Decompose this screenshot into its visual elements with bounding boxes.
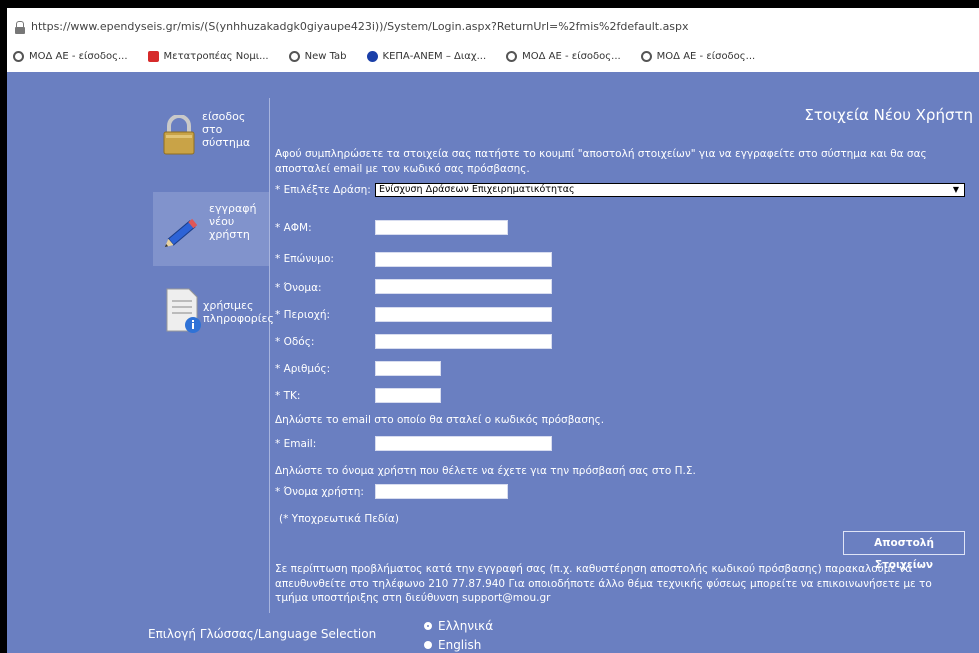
- language-label: Επιλογή Γλώσσας/Language Selection: [148, 627, 377, 641]
- username-note: Δηλώστε το όνομα χρήστη που θέλετε να έχ…: [275, 465, 696, 477]
- language-option-english[interactable]: English: [424, 638, 481, 652]
- converter-icon: [147, 50, 159, 62]
- bookmarks-bar: ΜΟΔ ΑΕ - είσοδος... Μετατροπέας Νομι... …: [7, 45, 979, 67]
- street-label: * Οδός:: [275, 336, 315, 348]
- sidebar-item-info[interactable]: χρήσιμες πληροφορίες: [153, 277, 274, 351]
- sidebar-item-label: χρήσιμες πληροφορίες: [203, 299, 274, 325]
- surname-input[interactable]: [375, 252, 552, 267]
- email-input[interactable]: [375, 436, 552, 451]
- username-label: * Όνομα χρήστη:: [275, 486, 364, 498]
- kepa-icon: [366, 50, 378, 62]
- email-label: * Email:: [275, 438, 317, 450]
- globe-icon: [288, 50, 300, 62]
- name-input[interactable]: [375, 279, 552, 294]
- sidebar-divider: [269, 98, 270, 613]
- afm-input[interactable]: [375, 220, 508, 235]
- form-title: Στοιχεία Νέου Χρήστη: [804, 106, 973, 124]
- surname-label: * Επώνυμο:: [275, 253, 334, 265]
- number-input[interactable]: [375, 361, 441, 376]
- email-note: Δηλώστε το email στο οποίο θα σταλεί ο κ…: [275, 414, 605, 426]
- bookmark-3[interactable]: New Tab: [288, 50, 347, 62]
- region-input[interactable]: [375, 307, 552, 322]
- info-document-icon: [166, 288, 201, 333]
- action-select-value: Ενίσχυση Δράσεων Επιχειρηματικότητας: [379, 184, 575, 195]
- url-text[interactable]: https://www.ependyseis.gr/mis/(S(ynhhuza…: [31, 20, 689, 33]
- street-input[interactable]: [375, 334, 552, 349]
- tk-input[interactable]: [375, 388, 441, 403]
- form-intro: Αφού συμπληρώσετε τα στοιχεία σας πατήστ…: [275, 148, 927, 175]
- language-option-label: Ελληνικά: [438, 619, 494, 633]
- lock-icon: [15, 20, 25, 34]
- number-label: * Αριθμός:: [275, 363, 331, 375]
- username-input[interactable]: [375, 484, 508, 499]
- bookmark-1[interactable]: ΜΟΔ ΑΕ - είσοδος...: [13, 50, 128, 62]
- submit-button[interactable]: Αποστολή Στοιχείων: [843, 531, 965, 571]
- bookmark-label: ΜΟΔ ΑΕ - είσοδος...: [522, 50, 621, 62]
- address-bar[interactable]: https://www.ependyseis.gr/mis/(S(ynhhuza…: [7, 8, 979, 45]
- afm-label: * ΑΦΜ:: [275, 222, 312, 234]
- dropdown-arrow-icon: ▼: [952, 185, 959, 194]
- sidebar-item-label: είσοδος στο σύστημα: [202, 110, 251, 149]
- bookmark-label: New Tab: [304, 50, 347, 62]
- support-text: Σε περίπτωση προβλήματος κατά την εγγραφ…: [275, 563, 932, 604]
- lock-icon: [163, 115, 195, 155]
- language-option-greek[interactable]: Ελληνικά: [424, 619, 493, 633]
- bookmark-label: ΜΟΔ ΑΕ - είσοδος...: [29, 50, 128, 62]
- globe-icon: [640, 50, 652, 62]
- radio-selected-icon[interactable]: [424, 622, 432, 630]
- sidebar-item-login[interactable]: είσοδος στο σύστημα: [153, 97, 269, 171]
- sidebar-item-register[interactable]: εγγραφή νέου χρήστη: [153, 192, 269, 266]
- browser-page: https://www.ependyseis.gr/mis/(S(ynhhuza…: [7, 8, 979, 653]
- globe-icon: [506, 50, 518, 62]
- globe-icon: [13, 50, 24, 62]
- bookmark-label: ΚΕΠΑ-ΑΝΕΜ – Διαχ...: [382, 50, 487, 62]
- required-note: (* Υποχρεωτικά Πεδία): [279, 513, 399, 525]
- region-label: * Περιοχή:: [275, 309, 331, 321]
- name-label: * Όνομα:: [275, 282, 322, 294]
- registration-app: είσοδος στο σύστημα εγγραφή νέου χρήστη: [7, 72, 979, 653]
- sidebar-item-label: εγγραφή νέου χρήστη: [209, 202, 257, 241]
- language-option-label: English: [438, 638, 482, 652]
- tk-label: * ΤΚ:: [275, 390, 301, 402]
- bookmark-4[interactable]: ΚΕΠΑ-ΑΝΕΜ – Διαχ...: [366, 50, 487, 62]
- radio-icon[interactable]: [424, 641, 432, 649]
- pencil-icon: [164, 218, 198, 248]
- bookmark-2[interactable]: Μετατροπέας Νομι...: [147, 50, 269, 62]
- action-label: * Επιλέξτε Δράση:: [275, 184, 371, 196]
- bookmark-6[interactable]: ΜΟΔ ΑΕ - είσοδος...: [640, 50, 756, 62]
- bookmark-label: Μετατροπέας Νομι...: [163, 50, 269, 62]
- bookmark-label: ΜΟΔ ΑΕ - είσοδος...: [656, 50, 756, 62]
- bookmark-5[interactable]: ΜΟΔ ΑΕ - είσοδος...: [506, 50, 621, 62]
- action-select[interactable]: Ενίσχυση Δράσεων Επιχειρηματικότητας ▼: [375, 183, 965, 197]
